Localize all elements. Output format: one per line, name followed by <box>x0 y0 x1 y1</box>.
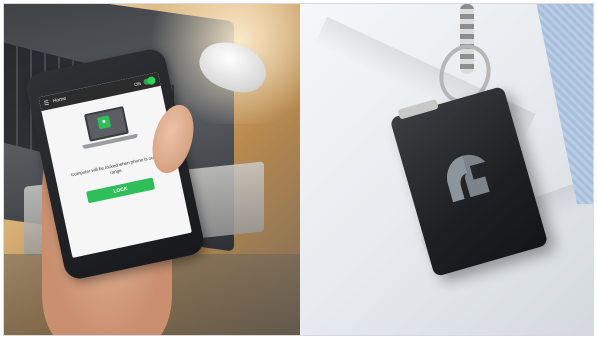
app-title: Home <box>52 95 67 105</box>
lock-toggle[interactable] <box>143 76 156 86</box>
app-bar: ☰ Home ON <box>38 72 161 112</box>
lock-button[interactable]: LOCK <box>86 177 156 204</box>
helmet-logo-icon <box>447 154 490 203</box>
laptop-illustration: ● <box>76 104 139 155</box>
toggle-label: ON <box>133 80 142 87</box>
photo-collage: ☰ Home ON ● Computer will be locked when… <box>3 3 594 336</box>
keychain-photo-panel <box>300 4 593 335</box>
phone-photo-panel: ☰ Home ON ● Computer will be locked when… <box>4 4 300 335</box>
menu-icon[interactable]: ☰ <box>43 99 50 107</box>
lock-icon: ● <box>96 115 112 130</box>
device-clip <box>397 98 439 120</box>
